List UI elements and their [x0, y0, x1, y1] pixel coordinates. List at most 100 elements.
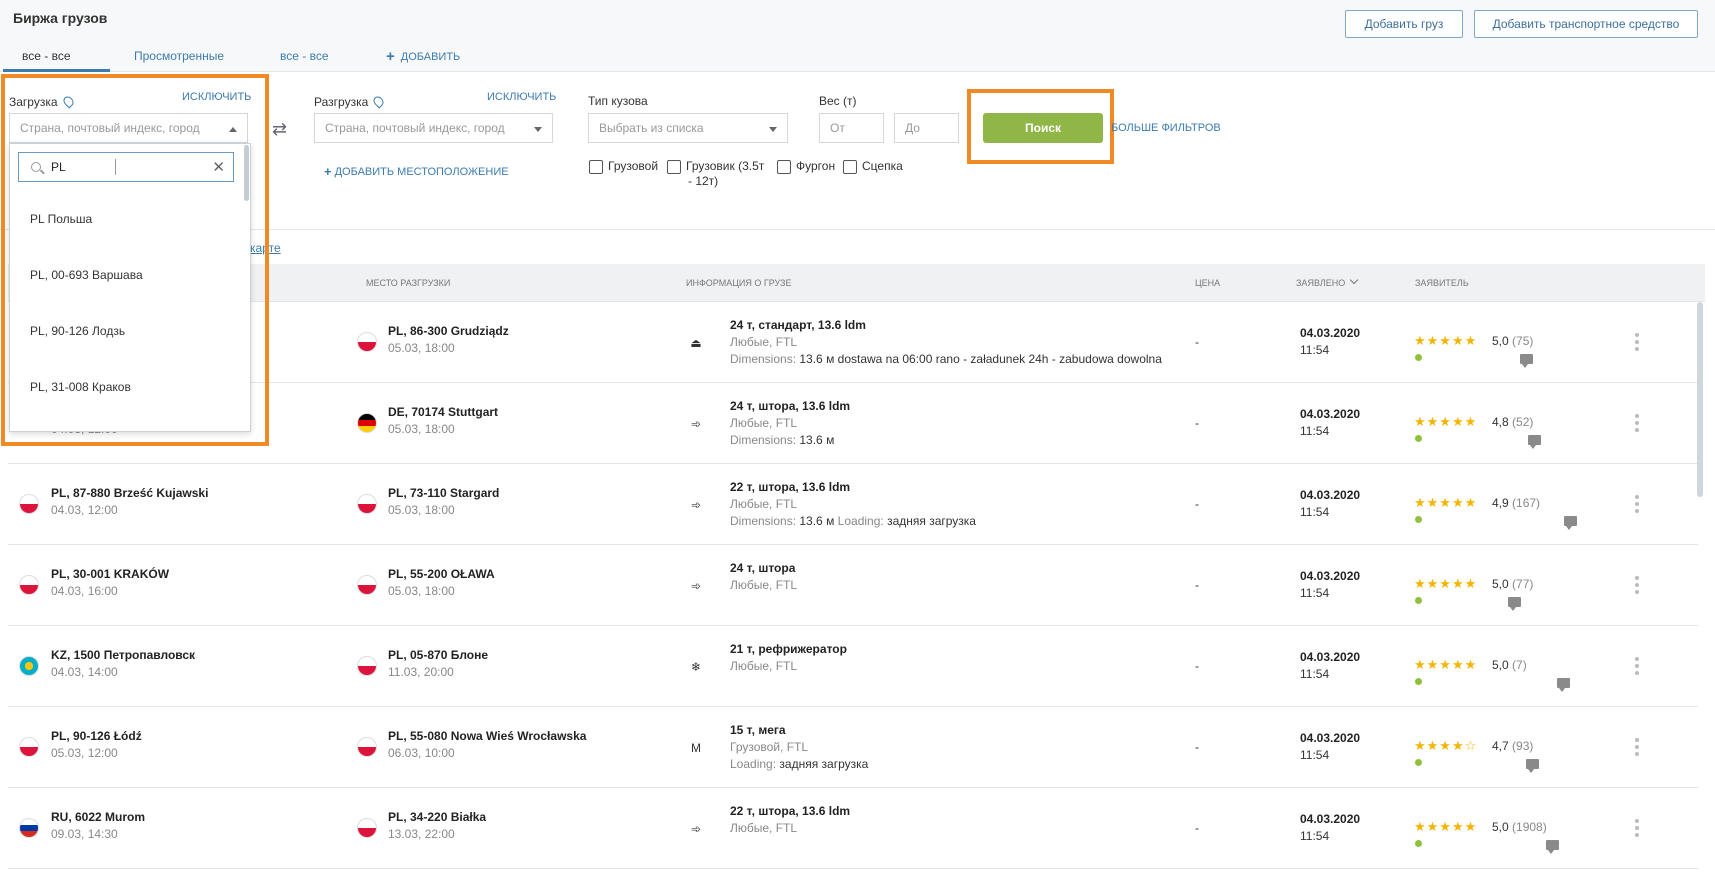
online-status-dot [1415, 678, 1422, 685]
loading-date: 04.03, 12:00 [51, 503, 118, 517]
more-options-icon[interactable] [1635, 657, 1639, 675]
mega-icon: M [691, 741, 701, 755]
price: - [1195, 740, 1199, 754]
unloading-location-select[interactable]: Страна, почтовый индекс, город [314, 113, 553, 143]
tab-add[interactable]: + ДОБАВИТЬ [386, 47, 460, 65]
cargo-summary: 21 т, рефрижератор [730, 642, 847, 656]
price: - [1195, 335, 1199, 349]
chat-icon[interactable] [1526, 759, 1539, 773]
more-options-icon[interactable] [1635, 819, 1639, 837]
chat-icon[interactable] [1520, 354, 1533, 368]
loading-place: RU, 6022 Murom [51, 810, 146, 824]
curtain-icon: ➾ [690, 498, 702, 512]
unloading-place: PL, 34-220 Białka [388, 810, 487, 824]
active-tab-indicator [3, 69, 110, 72]
flag-icon [357, 332, 377, 352]
posted-time: 11:54 [1300, 343, 1330, 357]
checkbox-box[interactable] [589, 159, 603, 174]
cargo-dimensions: Dimensions: 13.6 м Loading: задняя загру… [730, 514, 976, 528]
unloading-label: Разгрузка [314, 94, 386, 109]
checkbox-box[interactable] [777, 159, 791, 174]
posted-date: 04.03.2020 [1300, 569, 1361, 583]
more-options-icon[interactable] [1635, 495, 1639, 513]
unloading-place: DE, 70174 Stuttgart [388, 405, 499, 419]
tab-viewed[interactable]: Просмотренные [134, 49, 224, 63]
table-row[interactable]: KZ, 1500 Петропавловск 04.03, 14:00 PL, 05… [8, 626, 1698, 707]
cargo-summary: 22 т, штора, 13.6 ldm [730, 804, 851, 818]
weight-from-input[interactable]: От [819, 113, 884, 143]
chat-icon[interactable] [1564, 516, 1577, 530]
add-vehicle-button[interactable]: Добавить транспортное средство [1474, 10, 1698, 38]
posted-time: 11:54 [1300, 829, 1330, 843]
tipper-icon: ⏏ [690, 336, 702, 350]
tab-all-all[interactable]: все - все [22, 49, 71, 63]
curtain-icon: ➾ [690, 822, 702, 836]
unloading-place: PL, 55-080 Nowa Wieś Wrocławska [388, 729, 587, 743]
swap-arrows-icon[interactable]: ⇄ [272, 119, 287, 140]
loading-place: PL, 87-880 Brześć Kujawski [51, 486, 209, 500]
table-row[interactable]: PL, 30-001 KRAKÓW 04.03, 16:00 PL, 55-200 … [8, 545, 1698, 626]
col-posted[interactable]: ЗАЯВЛЕНО [1296, 275, 1359, 288]
weight-label: Вес (т) [819, 94, 857, 108]
checkbox-cargo[interactable]: Грузовой [589, 159, 658, 174]
loading-place: KZ, 1500 Петропавловск [51, 648, 196, 662]
rating-value: 5,0 (1908) [1492, 820, 1547, 834]
star-rating-icon: ★★★★★ [1414, 333, 1478, 348]
chat-icon[interactable] [1557, 678, 1570, 692]
price: - [1195, 416, 1199, 430]
weight-to-input[interactable]: До [894, 113, 959, 143]
table-row[interactable]: RU, 6022 Murom 09.03, 14:30 PL, 34-220 Bia… [8, 788, 1698, 869]
chat-icon[interactable] [1546, 840, 1559, 854]
chat-icon[interactable] [1508, 597, 1521, 611]
rating-value: 4,7 (93) [1492, 739, 1534, 753]
cargo-type: Любые, FTL [730, 659, 798, 673]
body-type-select[interactable]: Выбрать из списка [588, 113, 788, 143]
search-button[interactable]: Поиск [983, 113, 1103, 143]
unloading-date: 05.03, 18:00 [388, 422, 455, 436]
add-cargo-button[interactable]: Добавить груз [1345, 10, 1463, 38]
rating-value: 4,8 (52) [1492, 415, 1534, 429]
loading-date: 04.03, 14:00 [51, 665, 118, 679]
online-status-dot [1415, 435, 1422, 442]
unloading-exclude-link[interactable]: ИСКЛЮЧИТЬ [487, 91, 556, 103]
checkbox-box[interactable] [667, 159, 681, 174]
unloading-place: PL, 86-300 Grudziądz [388, 324, 509, 338]
table-row[interactable]: PL, 87-880 Brześć Kujawski 04.03, 12:00 PL… [8, 464, 1698, 545]
caret-down-icon [534, 127, 542, 132]
col-cargo: ИНФОРМАЦИЯ О ГРУЗЕ [686, 278, 792, 288]
rating-value: 5,0 (75) [1492, 334, 1534, 348]
col-unloading: МЕСТО РАЗГРУЗКИ [366, 278, 451, 288]
online-status-dot [1415, 840, 1422, 847]
more-filters-link[interactable]: БОЛЬШЕ ФИЛЬТРОВ [1111, 122, 1221, 134]
unloading-date: 11.03, 20:00 [388, 665, 454, 679]
online-status-dot [1415, 597, 1422, 604]
checkbox-small-truck[interactable]: Грузовик (3.5т [667, 159, 764, 174]
table-scrollbar[interactable] [1697, 302, 1703, 497]
table-row[interactable]: PL, 90-126 Łódź 05.03, 12:00 PL, 55-080 No… [8, 707, 1698, 788]
flag-icon [357, 413, 377, 433]
add-location-link[interactable]: + ДОБАВИТЬ МЕСТОПОЛОЖЕНИЕ [324, 163, 509, 179]
unloading-place: PL, 05-870 Блоне [388, 648, 489, 662]
posted-time: 11:54 [1300, 667, 1330, 681]
tab-all-all-2[interactable]: все - все [280, 49, 329, 63]
flag-icon [19, 656, 39, 676]
chat-icon[interactable] [1528, 435, 1541, 449]
cargo-type: Грузовой, FTL [730, 740, 809, 754]
checkbox-van[interactable]: Фургон [777, 159, 835, 174]
loading-date: 09.03, 14:30 [51, 827, 118, 841]
checkbox-trailer[interactable]: Сцепка [843, 159, 903, 174]
more-options-icon[interactable] [1635, 576, 1639, 594]
snowflake-icon: ❄ [690, 660, 702, 674]
more-options-icon[interactable] [1635, 333, 1639, 351]
star-rating-icon: ★★★★★ [1414, 819, 1478, 834]
flag-icon [357, 494, 377, 514]
rating-value: 4,9 (167) [1492, 496, 1541, 510]
checkbox-box[interactable] [843, 159, 857, 174]
cargo-dimensions: Dimensions: 13.6 м [730, 433, 835, 447]
more-options-icon[interactable] [1635, 414, 1639, 432]
more-options-icon[interactable] [1635, 738, 1639, 756]
posted-date: 04.03.2020 [1300, 407, 1361, 421]
star-rating-icon: ★★★★★ [1414, 576, 1478, 591]
flag-icon [19, 494, 39, 514]
cargo-type: Любые, FTL [730, 578, 798, 592]
